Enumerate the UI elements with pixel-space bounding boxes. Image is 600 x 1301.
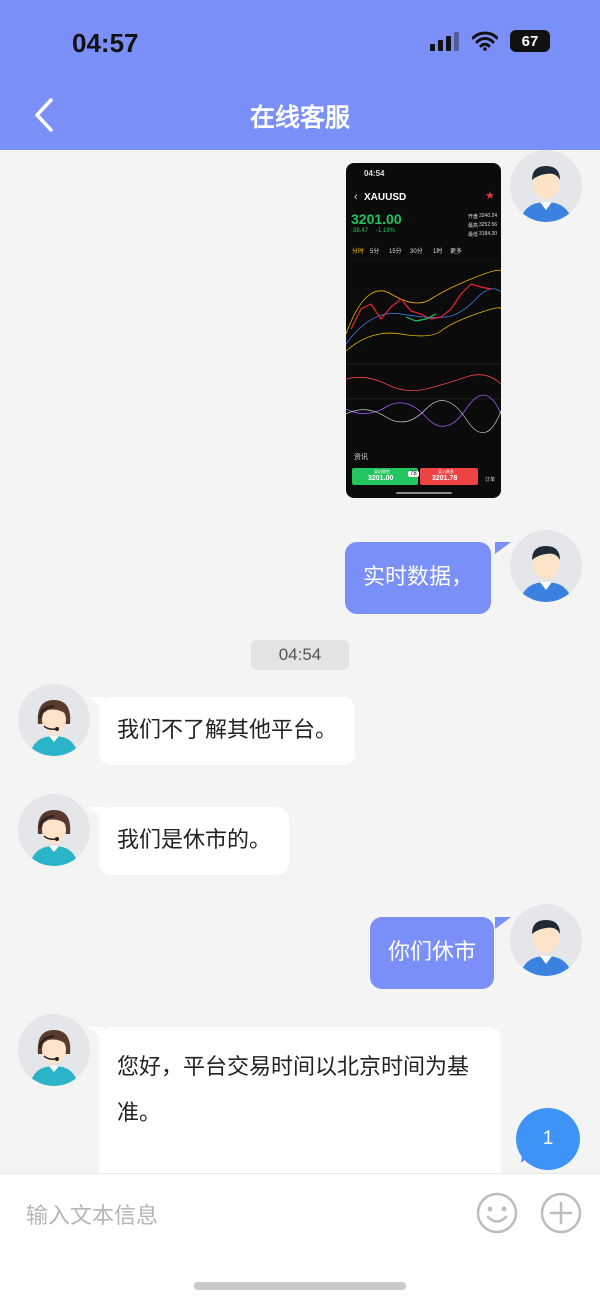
shot-tab: 5分 bbox=[370, 249, 380, 255]
battery-level: 67 bbox=[521, 32, 539, 50]
shot-symbol: XAUUSD bbox=[364, 192, 407, 203]
shot-low: 3184.20 bbox=[479, 231, 498, 237]
shot-chart bbox=[346, 259, 501, 434]
time-divider: 04:54 bbox=[251, 640, 349, 670]
plus-button[interactable] bbox=[540, 1192, 582, 1234]
agent-avatar-icon bbox=[30, 1030, 78, 1086]
shot-time: 04:54 bbox=[364, 169, 385, 178]
user-avatar-icon bbox=[520, 546, 572, 602]
status-icons: 67 bbox=[430, 30, 550, 52]
shot-high-label: 最高 bbox=[468, 223, 479, 229]
agent-avatar[interactable] bbox=[18, 684, 90, 756]
shot-back-icon: ‹ bbox=[354, 191, 358, 203]
shot-high: 3252.56 bbox=[479, 222, 498, 228]
shot-tab: 1时 bbox=[433, 249, 443, 255]
shot-change-pct: -1.19% bbox=[376, 228, 396, 234]
agent-avatar-icon bbox=[30, 810, 78, 866]
shot-spread: 78 bbox=[408, 471, 419, 477]
shot-buy-button: 买入做多 3201.78 bbox=[420, 468, 478, 485]
wifi-icon bbox=[472, 31, 498, 51]
battery-icon: 67 bbox=[510, 30, 550, 52]
user-avatar-icon bbox=[520, 920, 572, 976]
plus-icon bbox=[540, 1192, 582, 1234]
shot-home-indicator bbox=[396, 492, 452, 494]
header: 04:57 67 在线客服 bbox=[0, 0, 600, 150]
message-text: 我们不了解其他平台。 bbox=[117, 718, 338, 743]
emoji-icon bbox=[476, 1192, 518, 1234]
agent-avatar[interactable] bbox=[18, 1014, 90, 1086]
shot-low-label: 最低 bbox=[468, 232, 479, 238]
agent-message-bubble: 我们是休市的。 bbox=[99, 807, 290, 875]
shot-sell-price: 3201.00 bbox=[368, 475, 394, 482]
shot-price: 3201.00 bbox=[351, 211, 402, 227]
unread-badge[interactable]: 1 bbox=[516, 1108, 580, 1170]
shot-change: -38.47 bbox=[351, 228, 369, 234]
shot-open: 3240.24 bbox=[479, 213, 498, 219]
agent-avatar-icon bbox=[30, 700, 78, 756]
shot-tab: 30分 bbox=[410, 249, 423, 255]
status-time: 04:57 bbox=[72, 28, 139, 58]
user-avatar[interactable] bbox=[510, 530, 582, 602]
agent-message-bubble: 您好，平台交易时间以北京时间为基准。 bbox=[99, 1027, 501, 1187]
message-text: 您好，平台交易时间以北京时间为基准。 bbox=[117, 1055, 470, 1126]
agent-avatar[interactable] bbox=[18, 794, 90, 866]
shot-order: 订单 bbox=[485, 477, 496, 483]
shot-section: 资讯 bbox=[354, 454, 368, 461]
message-text: 实时数据， bbox=[363, 565, 474, 590]
bubble-tail bbox=[495, 542, 511, 554]
shot-open-label: 开盘 bbox=[468, 214, 479, 220]
bubble-tail bbox=[495, 917, 511, 929]
emoji-button[interactable] bbox=[476, 1192, 518, 1234]
agent-message-bubble: 我们不了解其他平台。 bbox=[99, 697, 356, 765]
shared-screenshot-image[interactable]: 04:54 ‹ XAUUSD ★ 3201.00 -38.47 -1.19% 开… bbox=[346, 163, 501, 498]
home-indicator bbox=[194, 1282, 406, 1290]
shot-tab: 分时 bbox=[352, 249, 365, 255]
message-text: 你们休市 bbox=[388, 940, 477, 965]
signal-icon bbox=[430, 32, 459, 51]
user-avatar[interactable] bbox=[510, 904, 582, 976]
input-bar: 输入文本信息 bbox=[0, 1173, 600, 1301]
user-avatar[interactable] bbox=[510, 150, 582, 222]
shot-tab: 15分 bbox=[389, 249, 402, 255]
page-title: 在线客服 bbox=[249, 103, 350, 132]
user-message-bubble: 实时数据， bbox=[345, 542, 492, 614]
message-input[interactable]: 输入文本信息 bbox=[26, 1198, 158, 1230]
user-avatar-icon bbox=[520, 166, 572, 222]
shot-tab: 更多 bbox=[450, 249, 463, 255]
user-message-bubble: 你们休市 bbox=[370, 917, 495, 989]
message-text: 我们是休市的。 bbox=[117, 828, 272, 853]
shot-buy-price: 3201.78 bbox=[432, 475, 458, 482]
shot-star-icon: ★ bbox=[485, 190, 495, 202]
